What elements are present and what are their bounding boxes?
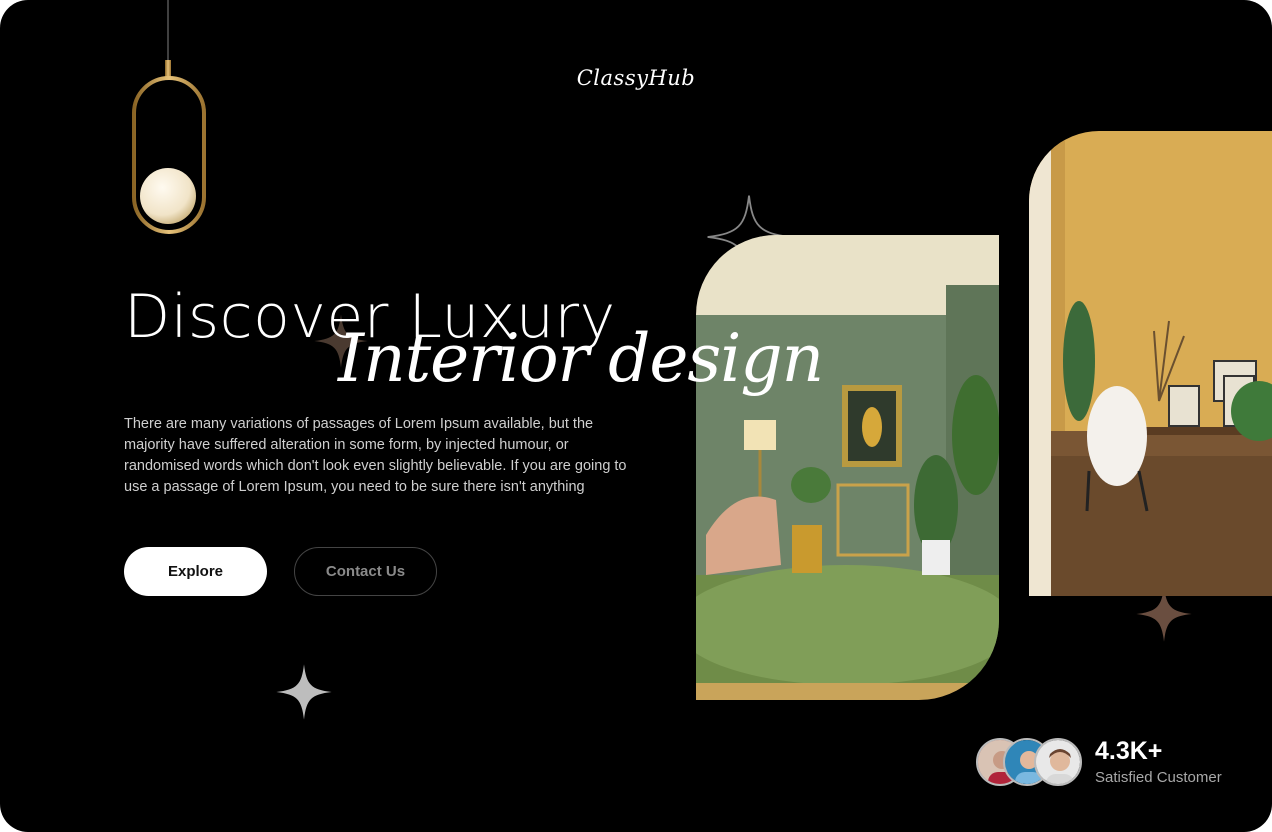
interior-photo-yellow-room [1029, 131, 1272, 596]
hero-description: There are many variations of passages of… [124, 416, 627, 495]
pendant-lamp-icon [132, 0, 206, 234]
avatar [1034, 738, 1082, 786]
customer-count: 4.3K+ [1095, 737, 1163, 765]
brand-logo[interactable]: ClassyHub [0, 66, 1272, 90]
sparkle-icon [276, 664, 332, 720]
explore-button[interactable]: Explore [124, 547, 267, 596]
headline-script: Interior design [338, 320, 824, 397]
customer-count-label: Satisfied Customer [1095, 769, 1222, 786]
landing-page: ClassyHub Discover Luxury Interior desig… [0, 0, 1272, 832]
contact-us-button[interactable]: Contact Us [294, 547, 437, 596]
interior-photo-green-room [696, 235, 999, 700]
